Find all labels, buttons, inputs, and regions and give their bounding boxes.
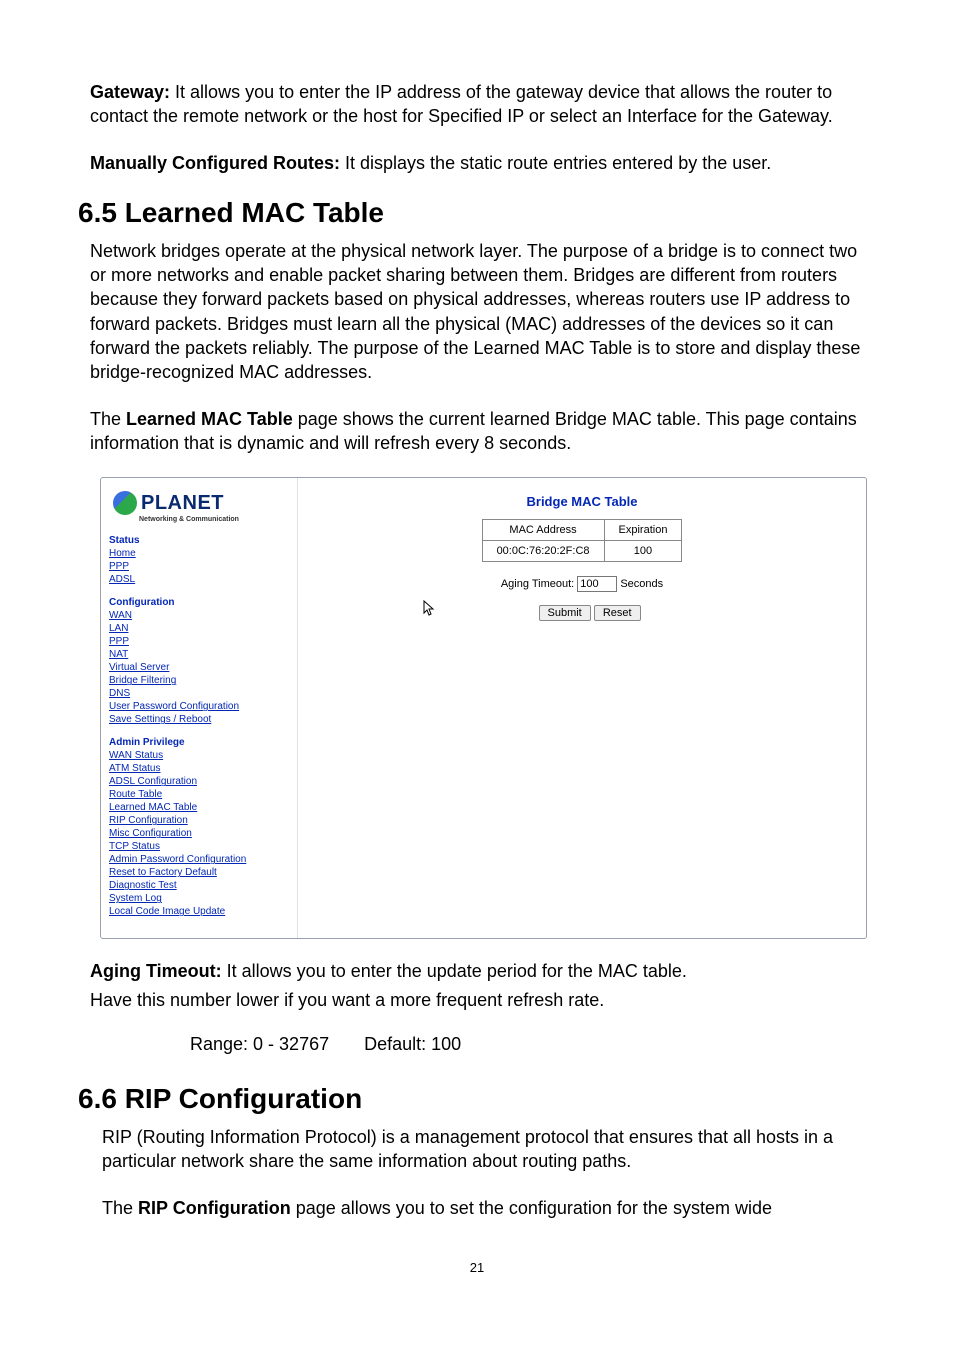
nav-admin-group: Admin Privilege WAN Status ATM Status AD… xyxy=(109,736,289,918)
nav-user-password[interactable]: User Password Configuration xyxy=(109,700,289,713)
nav-diagnostic-test[interactable]: Diagnostic Test xyxy=(109,879,289,892)
screenshot-bridge-mac-table: PLANET Networking & Communication Status… xyxy=(100,477,867,939)
section-6-5-heading: 6.5 Learned MAC Table xyxy=(78,197,864,229)
manual-routes-paragraph: Manually Configured Routes: It displays … xyxy=(90,151,864,175)
nav-rip-config[interactable]: RIP Configuration xyxy=(109,814,289,827)
nav-misc-config[interactable]: Misc Configuration xyxy=(109,827,289,840)
logo-tagline: Networking & Communication xyxy=(139,515,289,524)
section-6-6-heading: 6.6 RIP Configuration xyxy=(78,1083,864,1115)
nav-dns[interactable]: DNS xyxy=(109,687,289,700)
nav-status-title: Status xyxy=(109,534,289,547)
nav-status-group: Status Home PPP ADSL xyxy=(109,534,289,586)
cell-mac: 00:0C:76:20:2F:C8 xyxy=(482,541,604,562)
aging-timeout-text: It allows you to enter the update period… xyxy=(222,961,687,981)
section-6-5-p1: Network bridges operate at the physical … xyxy=(90,239,864,385)
nav-adsl[interactable]: ADSL xyxy=(109,573,289,586)
section-6-6-p2: The RIP Configuration page allows you to… xyxy=(102,1196,864,1220)
range-default-line: Range: 0 - 32767 Default: 100 xyxy=(190,1034,864,1055)
nav-admin-password[interactable]: Admin Password Configuration xyxy=(109,853,289,866)
aging-timeout-paragraph: Aging Timeout: It allows you to enter th… xyxy=(90,959,864,983)
button-row: Submit Reset xyxy=(318,600,846,621)
nav-system-log[interactable]: System Log xyxy=(109,892,289,905)
nav-config-group: Configuration WAN LAN PPP NAT Virtual Se… xyxy=(109,596,289,726)
nav-adsl-config[interactable]: ADSL Configuration xyxy=(109,775,289,788)
nav-ppp-config[interactable]: PPP xyxy=(109,635,289,648)
nav-ppp-status[interactable]: PPP xyxy=(109,560,289,573)
nav-wan[interactable]: WAN xyxy=(109,609,289,622)
logo-text: PLANET xyxy=(141,490,224,516)
aging-unit: Seconds xyxy=(620,578,663,590)
bridge-mac-title: Bridge MAC Table xyxy=(318,494,846,509)
nav-admin-title: Admin Privilege xyxy=(109,736,289,749)
aging-timeout-label: Aging Timeout: xyxy=(90,961,222,981)
reset-button[interactable]: Reset xyxy=(594,605,641,621)
nav-route-table[interactable]: Route Table xyxy=(109,788,289,801)
nav-virtual-server[interactable]: Virtual Server xyxy=(109,661,289,674)
planet-logo-icon xyxy=(113,491,137,515)
nav-lan[interactable]: LAN xyxy=(109,622,289,635)
cell-exp: 100 xyxy=(604,541,682,562)
gateway-paragraph: Gateway: It allows you to enter the IP a… xyxy=(90,80,864,129)
manual-routes-label: Manually Configured Routes: xyxy=(90,153,340,173)
cursor-icon xyxy=(423,600,435,619)
nav-bridge-filtering[interactable]: Bridge Filtering xyxy=(109,674,289,687)
nav-home[interactable]: Home xyxy=(109,547,289,560)
nav-wan-status[interactable]: WAN Status xyxy=(109,749,289,762)
nav-atm-status[interactable]: ATM Status xyxy=(109,762,289,775)
aging-timeout-input[interactable] xyxy=(577,576,617,592)
nav-save-reboot[interactable]: Save Settings / Reboot xyxy=(109,713,289,726)
gateway-text: It allows you to enter the IP address of… xyxy=(90,82,833,126)
table-row: 00:0C:76:20:2F:C8 100 xyxy=(482,541,682,562)
nav-config-title: Configuration xyxy=(109,596,289,609)
aging-timeout-line2: Have this number lower if you want a mor… xyxy=(90,988,864,1012)
logo: PLANET xyxy=(109,486,289,518)
aging-label: Aging Timeout: xyxy=(501,578,574,590)
mac-table: MAC Address Expiration 00:0C:76:20:2F:C8… xyxy=(482,519,683,562)
manual-routes-text: It displays the static route entries ent… xyxy=(340,153,771,173)
page-number: 21 xyxy=(90,1260,864,1275)
gateway-label: Gateway: xyxy=(90,82,170,102)
sidebar: PLANET Networking & Communication Status… xyxy=(101,478,298,938)
aging-timeout-row: Aging Timeout: Seconds xyxy=(318,576,846,592)
main-pane: Bridge MAC Table MAC Address Expiration … xyxy=(298,478,866,938)
nav-local-code-update[interactable]: Local Code Image Update xyxy=(109,905,289,918)
nav-factory-default[interactable]: Reset to Factory Default xyxy=(109,866,289,879)
th-exp: Expiration xyxy=(604,520,682,541)
submit-button[interactable]: Submit xyxy=(539,605,591,621)
table-row: MAC Address Expiration xyxy=(482,520,682,541)
th-mac: MAC Address xyxy=(482,520,604,541)
section-6-6-p1: RIP (Routing Information Protocol) is a … xyxy=(102,1125,864,1174)
nav-learned-mac[interactable]: Learned MAC Table xyxy=(109,801,289,814)
nav-nat[interactable]: NAT xyxy=(109,648,289,661)
section-6-5-p2: The Learned MAC Table page shows the cur… xyxy=(90,407,864,456)
nav-tcp-status[interactable]: TCP Status xyxy=(109,840,289,853)
